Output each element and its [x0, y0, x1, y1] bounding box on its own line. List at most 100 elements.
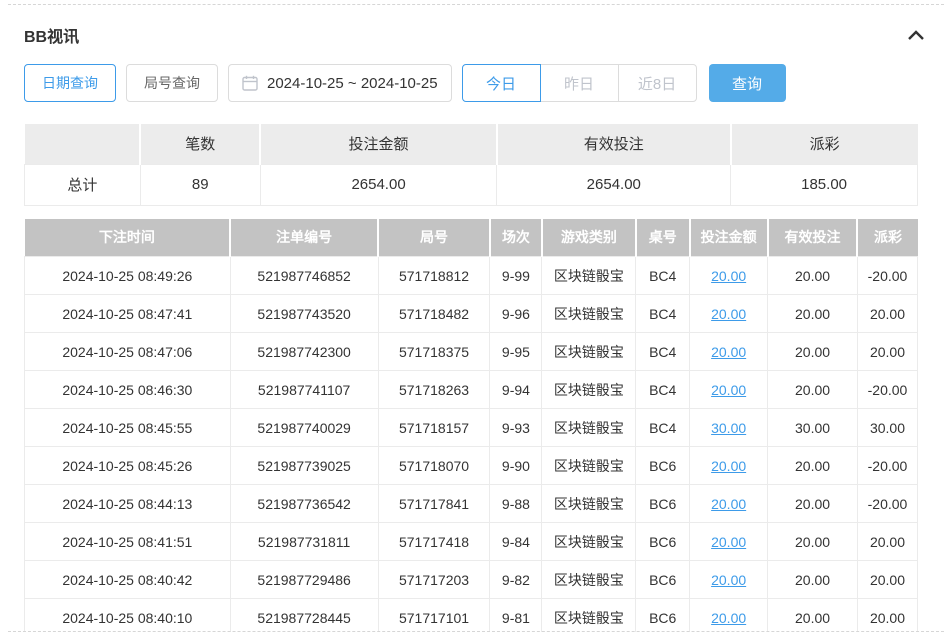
valid-bet-cell: 20.00: [768, 561, 858, 599]
summary-header-row: 笔数投注金额有效投注派彩: [25, 124, 918, 164]
bet-amount-link[interactable]: 20.00: [711, 534, 746, 550]
bet-amount-cell: 20.00: [690, 371, 768, 409]
round-number-cell: 571718070: [378, 447, 490, 485]
session-cell: 9-96: [490, 295, 542, 333]
summary-header-cell: [25, 124, 141, 164]
summary-total-row: 总计892654.002654.00185.00: [25, 164, 918, 205]
order-number-cell: 521987728445: [230, 599, 378, 632]
bet-amount-link[interactable]: 20.00: [711, 610, 746, 626]
game-type-cell: 区块链骰宝: [542, 485, 636, 523]
bet-time-cell: 2024-10-25 08:41:51: [25, 523, 231, 561]
bet-amount-link[interactable]: 20.00: [711, 458, 746, 474]
bet-amount-link[interactable]: 20.00: [711, 382, 746, 398]
session-cell: 9-94: [490, 371, 542, 409]
summary-header-cell: 派彩: [731, 124, 918, 164]
valid-bet-cell: 20.00: [768, 257, 858, 295]
bet-time-cell: 2024-10-25 08:46:30: [25, 371, 231, 409]
bet-amount-link[interactable]: 20.00: [711, 496, 746, 512]
bet-amount-cell: 30.00: [690, 409, 768, 447]
table-row: 2024-10-25 08:40:42521987729486571717203…: [25, 561, 918, 599]
valid-bet-cell: 30.00: [768, 409, 858, 447]
bb-video-panel: BB视讯 日期查询 局号查询 2024-10-25 ~ 2024-10-25 今…: [0, 0, 952, 632]
round-query-tab[interactable]: 局号查询: [126, 64, 218, 102]
bet-amount-link[interactable]: 20.00: [711, 344, 746, 360]
bet-time-cell: 2024-10-25 08:47:06: [25, 333, 231, 371]
bet-amount-cell: 20.00: [690, 295, 768, 333]
table-row: 2024-10-25 08:41:51521987731811571717418…: [25, 523, 918, 561]
table-number-cell: BC6: [636, 561, 690, 599]
order-number-cell: 521987746852: [230, 257, 378, 295]
panel-header: BB视讯: [24, 22, 928, 48]
game-type-cell: 区块链骰宝: [542, 447, 636, 485]
round-number-cell: 571718482: [378, 295, 490, 333]
bet-table-header-cell: 局号: [378, 219, 490, 257]
bet-amount-link[interactable]: 20.00: [711, 306, 746, 322]
bet-table-header-cell: 派彩: [857, 219, 917, 257]
valid-bet-cell: 20.00: [768, 447, 858, 485]
summary-value-cell: 2654.00: [497, 164, 731, 205]
table-row: 2024-10-25 08:47:41521987743520571718482…: [25, 295, 918, 333]
payout-cell: 20.00: [857, 333, 917, 371]
bet-table-header-cell: 下注时间: [25, 219, 231, 257]
order-number-cell: 521987736542: [230, 485, 378, 523]
bet-amount-cell: 20.00: [690, 447, 768, 485]
bet-amount-cell: 20.00: [690, 485, 768, 523]
game-type-cell: 区块链骰宝: [542, 523, 636, 561]
payout-cell: -20.00: [857, 485, 917, 523]
game-type-cell: 区块链骰宝: [542, 409, 636, 447]
order-number-cell: 521987739025: [230, 447, 378, 485]
bet-amount-cell: 20.00: [690, 257, 768, 295]
bet-table-body: 2024-10-25 08:49:26521987746852571718812…: [25, 257, 918, 632]
bet-amount-link[interactable]: 30.00: [711, 420, 746, 436]
table-number-cell: BC4: [636, 371, 690, 409]
game-type-cell: 区块链骰宝: [542, 561, 636, 599]
valid-bet-cell: 20.00: [768, 599, 858, 632]
valid-bet-cell: 20.00: [768, 333, 858, 371]
last-8-days-button[interactable]: 近8日: [618, 64, 697, 102]
bet-table-header-row: 下注时间注单编号局号场次游戏类别桌号投注金额有效投注派彩: [25, 219, 918, 257]
date-query-tab[interactable]: 日期查询: [24, 64, 116, 102]
bet-time-cell: 2024-10-25 08:45:55: [25, 409, 231, 447]
table-row: 2024-10-25 08:44:13521987736542571717841…: [25, 485, 918, 523]
top-divider: [8, 4, 944, 5]
session-cell: 9-90: [490, 447, 542, 485]
table-row: 2024-10-25 08:45:55521987740029571718157…: [25, 409, 918, 447]
bet-time-cell: 2024-10-25 08:47:41: [25, 295, 231, 333]
bet-amount-link[interactable]: 20.00: [711, 572, 746, 588]
today-button[interactable]: 今日: [462, 64, 541, 102]
bet-amount-cell: 20.00: [690, 561, 768, 599]
order-number-cell: 521987729486: [230, 561, 378, 599]
bet-table-header-cell: 有效投注: [768, 219, 858, 257]
order-number-cell: 521987742300: [230, 333, 378, 371]
search-button[interactable]: 查询: [709, 64, 786, 102]
bet-time-cell: 2024-10-25 08:40:42: [25, 561, 231, 599]
bet-amount-cell: 20.00: [690, 333, 768, 371]
bet-time-cell: 2024-10-25 08:49:26: [25, 257, 231, 295]
bet-time-cell: 2024-10-25 08:44:13: [25, 485, 231, 523]
table-number-cell: BC6: [636, 599, 690, 632]
summary-value-cell: 89: [140, 164, 260, 205]
bet-amount-link[interactable]: 20.00: [711, 268, 746, 284]
round-number-cell: 571717841: [378, 485, 490, 523]
game-type-cell: 区块链骰宝: [542, 333, 636, 371]
payout-cell: 20.00: [857, 295, 917, 333]
payout-cell: 20.00: [857, 561, 917, 599]
valid-bet-cell: 20.00: [768, 485, 858, 523]
date-range-input[interactable]: 2024-10-25 ~ 2024-10-25: [228, 64, 452, 102]
table-number-cell: BC4: [636, 333, 690, 371]
yesterday-button[interactable]: 昨日: [540, 64, 619, 102]
bet-table-header-cell: 游戏类别: [542, 219, 636, 257]
table-row: 2024-10-25 08:46:30521987741107571718263…: [25, 371, 918, 409]
collapse-chevron-up-icon[interactable]: [904, 26, 928, 44]
summary-header-cell: 有效投注: [497, 124, 731, 164]
calendar-icon: [242, 75, 258, 91]
bet-time-cell: 2024-10-25 08:40:10: [25, 599, 231, 632]
session-cell: 9-88: [490, 485, 542, 523]
table-row: 2024-10-25 08:47:06521987742300571718375…: [25, 333, 918, 371]
summary-table: 笔数投注金额有效投注派彩 总计892654.002654.00185.00: [24, 124, 918, 206]
payout-cell: -20.00: [857, 371, 917, 409]
bet-table-header-cell: 注单编号: [230, 219, 378, 257]
valid-bet-cell: 20.00: [768, 371, 858, 409]
summary-value-cell: 2654.00: [260, 164, 497, 205]
table-number-cell: BC4: [636, 257, 690, 295]
